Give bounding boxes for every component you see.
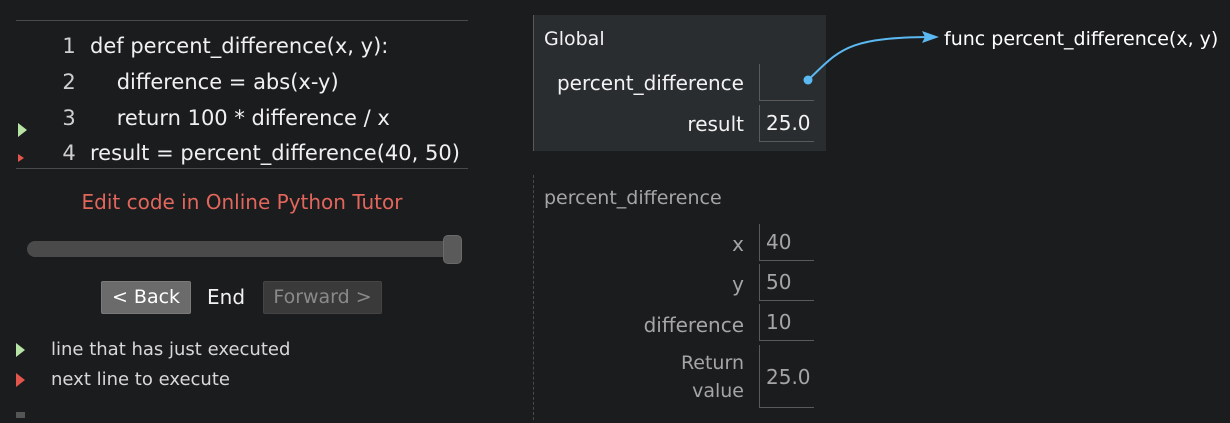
var-value: 25.0 xyxy=(759,105,814,142)
scroll-indicator xyxy=(16,412,25,418)
var-value-text: 10 xyxy=(766,310,792,334)
code-listing: 1 def percent_difference(x, y): 2 differ… xyxy=(16,20,468,169)
var-value: 10 xyxy=(759,304,814,341)
line-number: 4 xyxy=(62,141,76,165)
code-line-4: 4 result = percent_difference(40, 50) xyxy=(16,135,468,171)
global-frame: Global percent_difference result 25.0 xyxy=(533,15,826,151)
var-value-text: 25.0 xyxy=(766,111,811,135)
edit-code-link[interactable]: Edit code in Online Python Tutor xyxy=(16,190,468,214)
var-name: difference xyxy=(643,313,744,337)
next-line-arrow-icon xyxy=(18,154,24,162)
pointer-line xyxy=(807,36,936,81)
code-line-2: 2 difference = abs(x-y) xyxy=(16,64,468,100)
step-slider[interactable] xyxy=(27,241,461,257)
code-line-1: 1 def percent_difference(x, y): xyxy=(16,28,468,64)
code-text: def percent_difference(x, y): xyxy=(90,34,389,58)
var-value-text: 40 xyxy=(766,230,792,254)
executed-line-arrow-icon xyxy=(18,123,27,137)
return-value-text: 25.0 xyxy=(766,365,811,389)
code-line-3: 3 return 100 * difference / x xyxy=(16,100,468,136)
var-value-text: 50 xyxy=(766,270,792,294)
legend-next: next line to execute xyxy=(16,369,416,393)
var-value xyxy=(759,64,814,101)
line-number: 1 xyxy=(62,34,76,58)
var-name: result xyxy=(687,112,744,136)
step-navigation: < Back End Forward > xyxy=(0,281,480,314)
function-object: func percent_difference(x, y) xyxy=(944,28,1219,50)
line-number: 3 xyxy=(62,106,76,130)
legend-next-label: next line to execute xyxy=(51,369,230,390)
step-status: End xyxy=(207,285,246,309)
step-slider-handle[interactable] xyxy=(443,235,462,264)
code-text: result = percent_difference(40, 50) xyxy=(90,141,460,165)
var-value: 40 xyxy=(759,224,814,261)
legend-executed-label: line that has just executed xyxy=(51,339,291,360)
code-text: difference = abs(x-y) xyxy=(90,70,339,94)
return-label-line-2: value xyxy=(692,380,744,402)
frame-title: percent_difference xyxy=(544,187,722,209)
pointer-arrowhead xyxy=(922,31,939,43)
var-name: percent_difference xyxy=(556,71,744,95)
var-value: 50 xyxy=(759,264,814,301)
legend-executed: line that has just executed xyxy=(16,339,416,363)
var-name: x xyxy=(732,232,744,256)
var-name: y xyxy=(732,272,744,296)
return-value: 25.0 xyxy=(759,345,814,408)
green-arrow-icon xyxy=(16,343,25,357)
line-number: 2 xyxy=(62,70,76,94)
back-button[interactable]: < Back xyxy=(101,281,191,314)
frame-title: Global xyxy=(544,28,605,50)
red-arrow-icon xyxy=(16,373,25,387)
forward-button[interactable]: Forward > xyxy=(263,281,382,314)
return-label-line-1: Return xyxy=(680,352,744,374)
code-text: return 100 * difference / x xyxy=(90,106,390,130)
function-frame: percent_difference x 40 y 50 difference … xyxy=(533,175,826,420)
